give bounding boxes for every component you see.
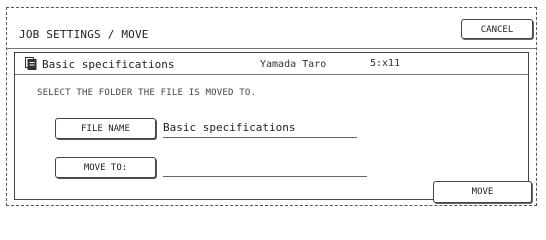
window-title: JOB SETTINGS / MOVE bbox=[19, 28, 149, 41]
move-settings-area: Basic specifications Yamada Taro 5:x11 S… bbox=[14, 52, 532, 203]
title-divider bbox=[7, 48, 536, 49]
cancel-button[interactable]: CANCEL bbox=[461, 19, 533, 39]
file-name-button[interactable]: FILE NAME bbox=[55, 118, 156, 139]
job-info-row: Basic specifications Yamada Taro 5:x11 bbox=[15, 53, 528, 75]
job-settings-move-panel: JOB SETTINGS / MOVE CANCEL Basic specifi… bbox=[6, 7, 537, 206]
job-page-info: 5:x11 bbox=[370, 58, 401, 69]
move-button[interactable]: MOVE bbox=[433, 181, 532, 203]
job-user: Yamada Taro bbox=[260, 59, 327, 70]
move-to-field[interactable] bbox=[163, 158, 367, 177]
instruction-text: SELECT THE FOLDER THE FILE IS MOVED TO. bbox=[37, 88, 257, 98]
job-name: Basic specifications bbox=[42, 58, 175, 71]
file-name-field[interactable]: Basic specifications bbox=[163, 119, 357, 138]
document-icon bbox=[25, 57, 37, 70]
move-to-button[interactable]: MOVE TO: bbox=[55, 157, 156, 178]
